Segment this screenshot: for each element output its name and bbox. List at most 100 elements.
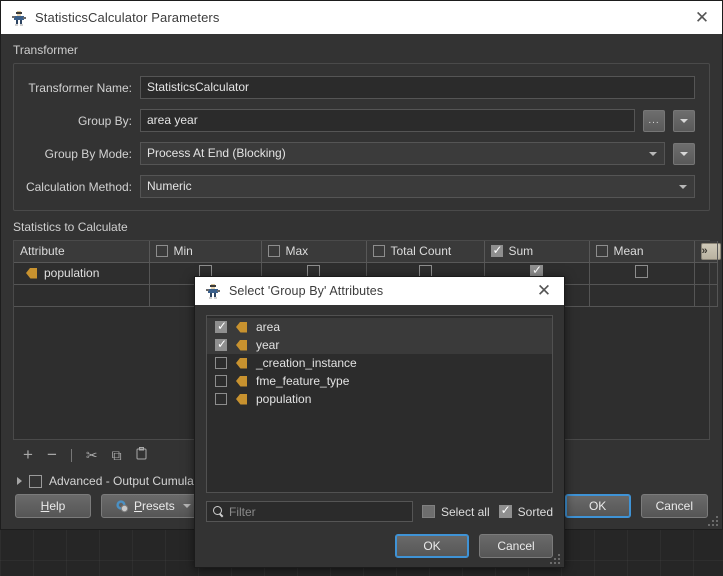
column-checkbox-min[interactable] xyxy=(155,245,168,258)
add-row-button[interactable]: + xyxy=(23,446,33,463)
group-by-input[interactable]: area year xyxy=(140,109,635,132)
cell-mean[interactable] xyxy=(589,284,695,307)
close-icon[interactable]: ✕ xyxy=(688,4,716,32)
modal-footer: OK Cancel xyxy=(195,528,564,567)
filter-input[interactable]: Filter xyxy=(206,501,413,522)
field-row-transformer-name: Transformer Name: StatisticsCalculator xyxy=(22,76,695,99)
ellipsis-icon: ... xyxy=(648,114,660,126)
sorted-label: Sorted xyxy=(517,504,553,519)
column-header-total-count[interactable]: Total Count xyxy=(366,241,485,263)
attribute-icon xyxy=(236,357,247,369)
attribute-checkbox[interactable] xyxy=(215,393,227,405)
attribute-name: population xyxy=(256,392,312,406)
group-by-browse-button[interactable]: ... xyxy=(643,109,665,132)
column-header-expand[interactable]: » xyxy=(694,241,721,263)
expand-columns-button[interactable]: » xyxy=(700,242,721,260)
calculation-method-label: Calculation Method: xyxy=(25,179,132,194)
chevron-down-icon xyxy=(182,504,191,508)
list-item[interactable]: population xyxy=(207,390,552,408)
chevron-down-icon xyxy=(649,151,657,156)
select-all-option[interactable]: Select all xyxy=(421,504,490,519)
attribute-name: year xyxy=(256,338,280,352)
row-checkbox-mean[interactable] xyxy=(635,265,648,278)
dialog-title: StatisticsCalculator Parameters xyxy=(35,10,220,25)
cell-attribute[interactable]: population xyxy=(14,262,150,285)
group-by-mode-value: Process At End (Blocking) xyxy=(147,146,286,160)
attribute-name: _creation_instance xyxy=(256,356,357,370)
column-checkbox-max[interactable] xyxy=(267,245,280,258)
modal-title: Select 'Group By' Attributes xyxy=(229,284,384,298)
modal-filter-row: Filter Select all Sorted xyxy=(206,493,553,528)
column-header-attribute[interactable]: Attribute xyxy=(14,241,150,263)
paste-button[interactable] xyxy=(136,447,147,463)
chevron-down-icon xyxy=(680,118,688,123)
list-item[interactable]: _creation_instance xyxy=(207,354,552,372)
sorted-checkbox[interactable] xyxy=(498,503,512,518)
transformer-name-input[interactable]: StatisticsCalculator xyxy=(140,76,695,99)
column-label: Max xyxy=(285,244,309,259)
resize-grip[interactable] xyxy=(708,516,719,527)
help-button[interactable]: Help xyxy=(15,494,91,518)
transformer-groupbox: Transformer Name: StatisticsCalculator G… xyxy=(13,63,710,211)
close-icon[interactable]: ✕ xyxy=(530,277,558,305)
attribute-icon xyxy=(236,393,247,405)
modal-titlebar: Select 'Group By' Attributes ✕ xyxy=(195,277,564,305)
cancel-button[interactable]: Cancel xyxy=(640,494,708,518)
list-item[interactable]: area xyxy=(207,318,552,336)
copy-button[interactable]: ⧉ xyxy=(112,448,122,462)
cell-attribute[interactable] xyxy=(14,284,150,307)
toolbar-separator xyxy=(70,448,72,462)
column-label: Attribute xyxy=(20,244,65,259)
column-checkbox-total-count[interactable] xyxy=(372,245,385,258)
presets-button[interactable]: Presets xyxy=(101,494,206,518)
attribute-checkbox[interactable] xyxy=(215,337,227,351)
field-row-group-by-mode: Group By Mode: Process At End (Blocking) xyxy=(22,142,695,165)
filter-placeholder: Filter xyxy=(229,504,256,519)
list-item[interactable]: fme_feature_type xyxy=(207,372,552,390)
attribute-icon xyxy=(26,267,37,279)
attribute-checkbox[interactable] xyxy=(215,319,227,333)
column-checkbox-mean[interactable] xyxy=(595,245,608,258)
column-checkbox-sum[interactable] xyxy=(490,243,503,258)
column-header-mean[interactable]: Mean xyxy=(589,241,695,263)
remove-row-button[interactable]: − xyxy=(47,446,57,463)
attribute-checkbox[interactable] xyxy=(215,357,227,369)
gear-icon xyxy=(116,499,129,513)
modal-resize-grip[interactable] xyxy=(550,554,561,565)
group-by-dropdown-button[interactable] xyxy=(673,109,695,132)
column-header-min[interactable]: Min xyxy=(149,241,262,263)
column-label: Min xyxy=(173,244,193,259)
group-by-mode-select[interactable]: Process At End (Blocking) xyxy=(140,142,665,165)
attribute-name: area xyxy=(256,320,281,334)
select-group-by-attributes-dialog: Select 'Group By' Attributes ✕ area year… xyxy=(194,276,565,568)
list-item[interactable]: year xyxy=(207,336,552,354)
modal-ok-button[interactable]: OK xyxy=(395,534,469,558)
select-all-label: Select all xyxy=(440,504,490,519)
modal-cancel-button[interactable]: Cancel xyxy=(479,534,553,558)
chevron-down-icon xyxy=(680,151,688,156)
field-row-calculation-method: Calculation Method: Numeric xyxy=(22,175,695,198)
column-header-sum[interactable]: Sum xyxy=(484,241,590,263)
cell-expand xyxy=(694,284,718,307)
group-by-mode-dropdown-button[interactable] xyxy=(673,142,695,165)
ok-button[interactable]: OK xyxy=(564,494,631,518)
group-by-mode-label: Group By Mode: xyxy=(44,146,132,161)
chevron-down-icon xyxy=(679,184,687,189)
fme-transformer-icon xyxy=(205,283,221,299)
column-header-max[interactable]: Max xyxy=(261,241,367,263)
group-by-label: Group By: xyxy=(77,113,132,128)
cut-button[interactable]: ✂ xyxy=(86,448,98,462)
sorted-option[interactable]: Sorted xyxy=(498,503,553,519)
calculation-method-select[interactable]: Numeric xyxy=(140,175,695,198)
search-icon xyxy=(213,506,224,517)
attribute-name: population xyxy=(44,266,100,280)
table-header-row: Attribute Min Max Total Count ✓ Sum Mean… xyxy=(14,241,721,263)
attribute-list[interactable]: area year _creation_instance fme_feature… xyxy=(206,315,553,493)
attribute-name: fme_feature_type xyxy=(256,374,350,388)
fme-transformer-icon xyxy=(11,10,27,26)
presets-label-rest: resets xyxy=(142,499,175,513)
transformer-form: Transformer Name: StatisticsCalculator G… xyxy=(14,64,709,210)
select-all-checkbox[interactable] xyxy=(421,505,435,518)
attribute-checkbox[interactable] xyxy=(215,375,227,387)
cell-mean[interactable] xyxy=(589,262,695,285)
